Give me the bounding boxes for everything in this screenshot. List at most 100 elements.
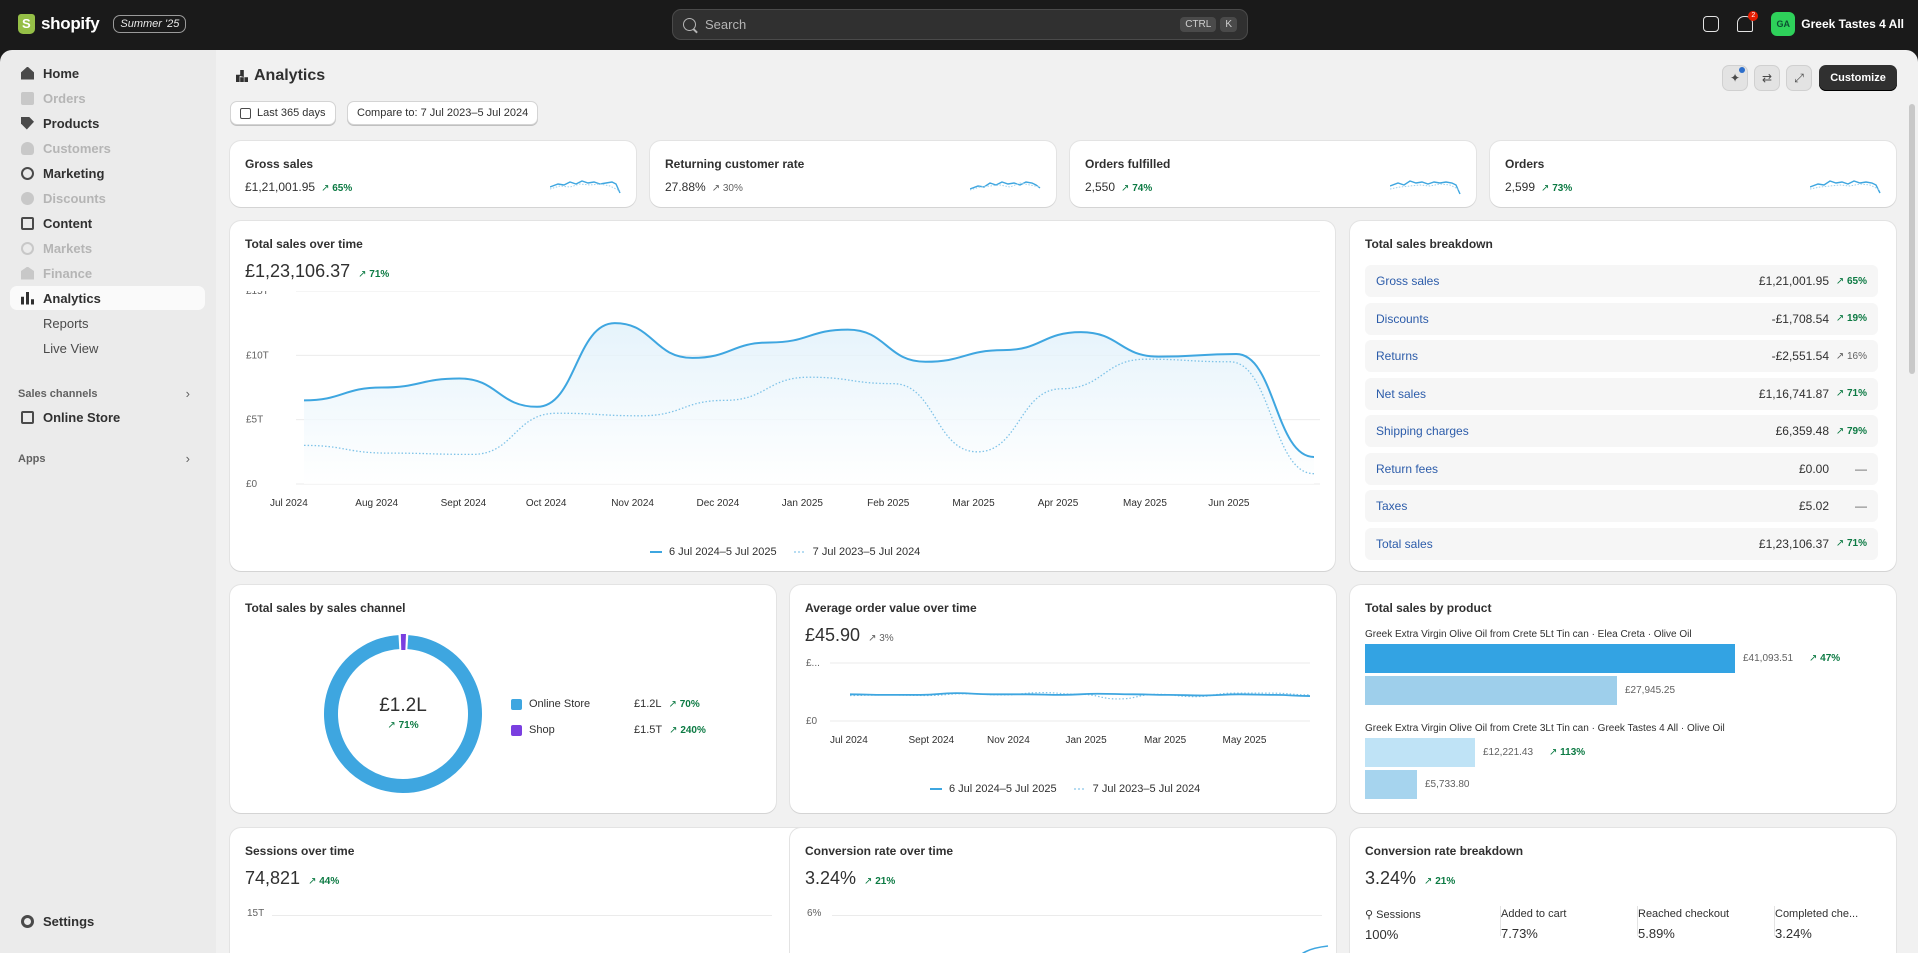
breakdown-row[interactable]: Discounts-£1,708.5419%	[1365, 302, 1878, 335]
sidebar-item-products[interactable]: Products	[10, 111, 205, 135]
chevron-right-icon[interactable]: ›	[186, 386, 190, 401]
sessions-delta: 44%	[308, 876, 339, 887]
channel-legend-online-store[interactable]: Online Store £1.2L 70%	[511, 698, 700, 710]
breakdown-row[interactable]: Return fees £0.00 —	[1365, 452, 1878, 485]
date-range-picker[interactable]: Last 365 days	[230, 101, 336, 125]
product-bar-current[interactable]	[1365, 738, 1475, 767]
sidebar-item-label: Home	[43, 65, 80, 81]
breakdown-label[interactable]: Taxes	[1376, 499, 1799, 513]
search-icon	[683, 18, 696, 31]
sidebar-item-label: Settings	[43, 913, 95, 929]
sales-breakdown-card[interactable]: Total sales breakdown Gross sales £1,21,0…	[1350, 221, 1896, 571]
sidebar-item-orders[interactable]: Orders	[10, 86, 205, 110]
breakdown-row[interactable]: Shipping charges£6,359.4879%	[1365, 415, 1878, 447]
channel-legend-shop[interactable]: Shop £1.5T 240%	[511, 724, 706, 736]
edition-badge[interactable]: Summer '25	[113, 15, 187, 33]
sidebar-item-settings[interactable]: Settings	[10, 909, 205, 933]
fullscreen-icon[interactable]: ⤢	[1786, 65, 1812, 91]
customize-button[interactable]: Customize	[1819, 65, 1897, 91]
sparkline	[550, 180, 621, 194]
sidebar-item-discounts[interactable]: Discounts	[10, 186, 205, 210]
kpi-delta: 73%	[1541, 183, 1572, 194]
tag-icon	[21, 116, 34, 130]
product-bar-label: £12,221.43	[1483, 747, 1534, 758]
conversion-breakdown-card[interactable]: Conversion rate breakdown 3.24% 21% ⚲ Ses…	[1350, 828, 1896, 953]
sidebar-item-finance[interactable]: Finance	[10, 261, 205, 285]
refresh-icon[interactable]: ⇄	[1754, 65, 1780, 91]
shopify-logo[interactable]: shopify Summer '25	[18, 14, 187, 34]
donut-center-delta: 71%	[318, 720, 488, 731]
account-menu[interactable]: GA Greek Tastes 4 All	[1771, 12, 1904, 36]
kpi-card-orders-fulfilled[interactable]: Orders fulfilled 2,550 74%	[1070, 141, 1476, 207]
date-range-label: Last 365 days	[257, 107, 326, 119]
search-input[interactable]	[705, 17, 1177, 32]
target-icon	[21, 166, 34, 180]
kpi-card-returning-rate[interactable]: Returning customer rate 27.88% 30%	[650, 141, 1056, 207]
series-area-current	[304, 323, 1314, 484]
series-line-current	[849, 692, 1311, 697]
total-sales-card[interactable]: Total sales over time £1,23,106.37 71% £0…	[230, 221, 1335, 571]
total-sales-delta: 71%	[358, 269, 389, 280]
avatar: GA	[1771, 12, 1796, 36]
breakdown-label[interactable]: Discounts	[1376, 312, 1772, 326]
x-tick-label: May 2025	[1223, 735, 1267, 746]
sidebar-item-label: Reports	[43, 315, 89, 331]
sidebar-item-analytics[interactable]: Analytics	[10, 286, 205, 310]
sidebar-item-home[interactable]: Home	[10, 61, 205, 85]
sidebar-item-content[interactable]: Content	[10, 211, 205, 235]
breakdown-delta: 19%	[1829, 313, 1867, 324]
breakdown-label[interactable]: Return fees	[1376, 462, 1799, 476]
breakdown-label[interactable]: Gross sales	[1376, 274, 1759, 288]
sidebar-item-label: Online Store	[43, 409, 121, 425]
sales-by-product-card[interactable]: Total sales by product Greek Extra Virgi…	[1350, 585, 1896, 813]
sidebar-item-customers[interactable]: Customers	[10, 136, 205, 160]
compare-picker[interactable]: Compare to: 7 Jul 2023–5 Jul 2024	[347, 101, 539, 125]
chart-legend: 6 Jul 2024–5 Jul 2025 7 Jul 2023–5 Jul 2…	[650, 546, 920, 558]
breakdown-row[interactable]: Net sales£1,16,741.8771%	[1365, 377, 1878, 410]
bell-icon[interactable]: 2	[1737, 11, 1759, 32]
breakdown-row[interactable]: Returns-£2,551.5416%	[1365, 340, 1878, 372]
y-tick-label: £0	[806, 716, 818, 727]
sales-channels-label[interactable]: Sales channels	[18, 388, 98, 400]
sidebar-item-live-view[interactable]: Live View	[10, 336, 205, 360]
x-tick-label: Sept 2024	[441, 498, 487, 509]
logo-text: shopify	[41, 14, 100, 33]
sidebar-item-label: Content	[43, 215, 93, 231]
chevron-right-icon[interactable]: ›	[186, 451, 190, 466]
product-delta: 113%	[1549, 747, 1585, 758]
product-bar-previous[interactable]	[1365, 676, 1617, 705]
sales-by-channel-card[interactable]: Total sales by sales channel £1.2L 71% O…	[230, 585, 776, 813]
breakdown-label[interactable]: Returns	[1376, 349, 1772, 363]
sidebar-item-reports[interactable]: Reports	[10, 311, 205, 335]
sidebar-item-online-store[interactable]: Online Store	[10, 405, 205, 429]
kpi-card-orders[interactable]: Orders 2,599 73%	[1490, 141, 1896, 207]
scrollbar[interactable]	[1909, 104, 1915, 374]
breakdown-row[interactable]: Total sales£1,23,106.3771%	[1365, 527, 1878, 560]
online-store-swatch	[511, 698, 522, 710]
conv-step-sessions: ⚲ Sessions 100%	[1365, 909, 1421, 942]
product-name: Greek Extra Virgin Olive Oil from Crete …	[1365, 629, 1692, 640]
store-icon[interactable]	[1703, 16, 1720, 32]
breakdown-row[interactable]: Gross sales£1,21,001.9565%	[1365, 265, 1878, 297]
kpi-title: Returning customer rate	[665, 157, 805, 171]
breakdown-row[interactable]: Taxes £5.02 —	[1365, 490, 1878, 522]
product-bar-current[interactable]	[1365, 644, 1735, 673]
apps-label[interactable]: Apps	[18, 453, 46, 465]
product-bar-previous[interactable]	[1365, 770, 1417, 799]
kpi-card-gross-sales[interactable]: Gross sales £1,21,001.95 65%	[230, 141, 636, 207]
conversion-card[interactable]: Conversion rate over time 3.24% 21% 6%	[790, 828, 1336, 953]
search-bar[interactable]: CTRL K	[672, 9, 1248, 40]
breakdown-label[interactable]: Total sales	[1376, 537, 1759, 551]
sidebar-item-label: Markets	[43, 240, 93, 256]
kpi-value: 27.88%	[665, 180, 706, 194]
sidebar-item-markets[interactable]: Markets	[10, 236, 205, 260]
product-bar-label: £27,945.25	[1625, 685, 1676, 696]
breakdown-value: £5.02	[1798, 499, 1829, 513]
breakdown-label[interactable]: Shipping charges	[1376, 424, 1776, 438]
card-title: Total sales by sales channel	[245, 601, 406, 615]
sidebar-item-marketing[interactable]: Marketing	[10, 161, 205, 185]
ai-insights-icon[interactable]: ✦	[1722, 65, 1748, 91]
aov-card[interactable]: Average order value over time £45.90 3% £…	[790, 585, 1336, 813]
chart-bar-icon	[21, 291, 34, 305]
breakdown-label[interactable]: Net sales	[1376, 387, 1759, 401]
